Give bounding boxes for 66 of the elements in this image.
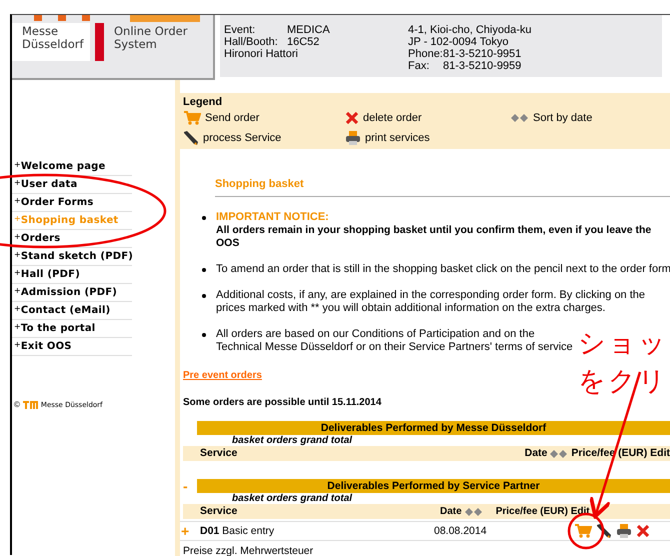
info-text: JP - 102-0094 Tokyo [408, 36, 510, 48]
nav-link[interactable]: +User data [12, 176, 132, 194]
nav-link[interactable]: +Orders [12, 230, 132, 248]
legend-label: process Service [203, 132, 282, 144]
date-cell-text: 08.08.2014 [434, 525, 488, 537]
info-label: Fax: [408, 60, 430, 72]
notice-text: All orders remain in your shopping basket until you confirm them, even if you leave the OOS [216, 224, 652, 250]
column-header: Service [200, 504, 238, 519]
page-title: Shopping basket [215, 178, 670, 197]
grand-total-label: basket orders grand total [232, 493, 354, 504]
legend-title: Legend [183, 96, 224, 109]
legend-label: Sort by date [533, 112, 592, 124]
info-value: MEDICA [287, 24, 331, 36]
notice-text: To amend an order that is still in the shopping basket click on the pencil next to the order form [216, 263, 670, 276]
nav-link[interactable]: +Stand sketch (PDF) [12, 248, 132, 266]
nav-link[interactable]: +Contact (eMail) [12, 302, 132, 320]
section-header: Deliverables Performed by Messe Düsseldorf [197, 421, 670, 435]
bullet-icon [202, 216, 206, 220]
bullet-icon [202, 268, 206, 272]
legend-label: print services [365, 132, 430, 144]
cart-icon [183, 110, 201, 126]
annotation-text: をクリ [578, 365, 668, 399]
cross-icon [345, 110, 359, 124]
nav-link[interactable]: +Order Forms [12, 194, 132, 212]
copyright-symbol: © [14, 400, 20, 409]
annotation-text: ショッ [578, 327, 668, 361]
info-value: 81-3-5210-9959 [443, 60, 522, 72]
notice-text: All orders are based on our Conditions of Participation and on the Technical Messe Düsseldorf or on their Service Partners' terms of service [216, 328, 574, 354]
nav-link[interactable]: +Welcome page [12, 158, 132, 176]
sort-icon [511, 114, 529, 122]
logo-bar [95, 23, 104, 61]
info-value: 16C52 [287, 36, 320, 48]
section-header: Deliverables Performed by Service Partner [197, 479, 670, 493]
info-text: Hironori Hattori [224, 48, 299, 60]
notice-title: IMPORTANT NOTICE: [216, 211, 330, 224]
notice-text: Additional costs, if any, are explained in the corresponding order form. By clicking on the prices marked with ** you will obtain additional information on the extra charges. [216, 289, 646, 315]
delete-icon[interactable] [636, 524, 650, 538]
info-label: Hall/Booth: [224, 36, 279, 48]
pencil-icon [183, 130, 199, 146]
nav-link[interactable]: +Admission (PDF) [12, 284, 132, 302]
column-header: Service [200, 446, 238, 461]
column-header[interactable]: Date [440, 504, 462, 519]
sort-icon [464, 508, 483, 516]
product-name: Online Order System [114, 25, 188, 51]
sort-icon [550, 450, 568, 458]
brand-name: Messe Düsseldorf [22, 25, 85, 51]
printer-icon[interactable] [616, 523, 632, 539]
nav-link[interactable]: +Hall (PDF) [12, 266, 132, 284]
column-header[interactable]: Date [524, 446, 548, 461]
bullet-icon [202, 333, 206, 337]
legend-label: Send order [205, 112, 260, 124]
printer-icon [345, 130, 361, 146]
service-name: D01 Basic entry [200, 525, 276, 537]
info-label: Phone: [408, 48, 443, 60]
info-value: 81-3-5210-9951 [443, 48, 522, 60]
tax-note: Preise zzgl. Mehrwertsteuer [183, 545, 314, 556]
legend-label: delete order [363, 112, 422, 124]
nav-link[interactable]: +Exit OOS [12, 338, 132, 356]
nav-link[interactable]: +To the portal [12, 320, 132, 338]
info-label: Event: [224, 24, 256, 36]
pencil-icon[interactable] [596, 523, 612, 539]
grand-total-label: basket orders grand total [232, 435, 354, 446]
info-text: 4-1, Kioi-cho, Chiyoda-ku [408, 24, 532, 36]
company-logo-icon [22, 400, 38, 408]
deadline-text: Some orders are possible until 15.11.2014 [183, 397, 382, 408]
bullet-icon [202, 294, 206, 298]
